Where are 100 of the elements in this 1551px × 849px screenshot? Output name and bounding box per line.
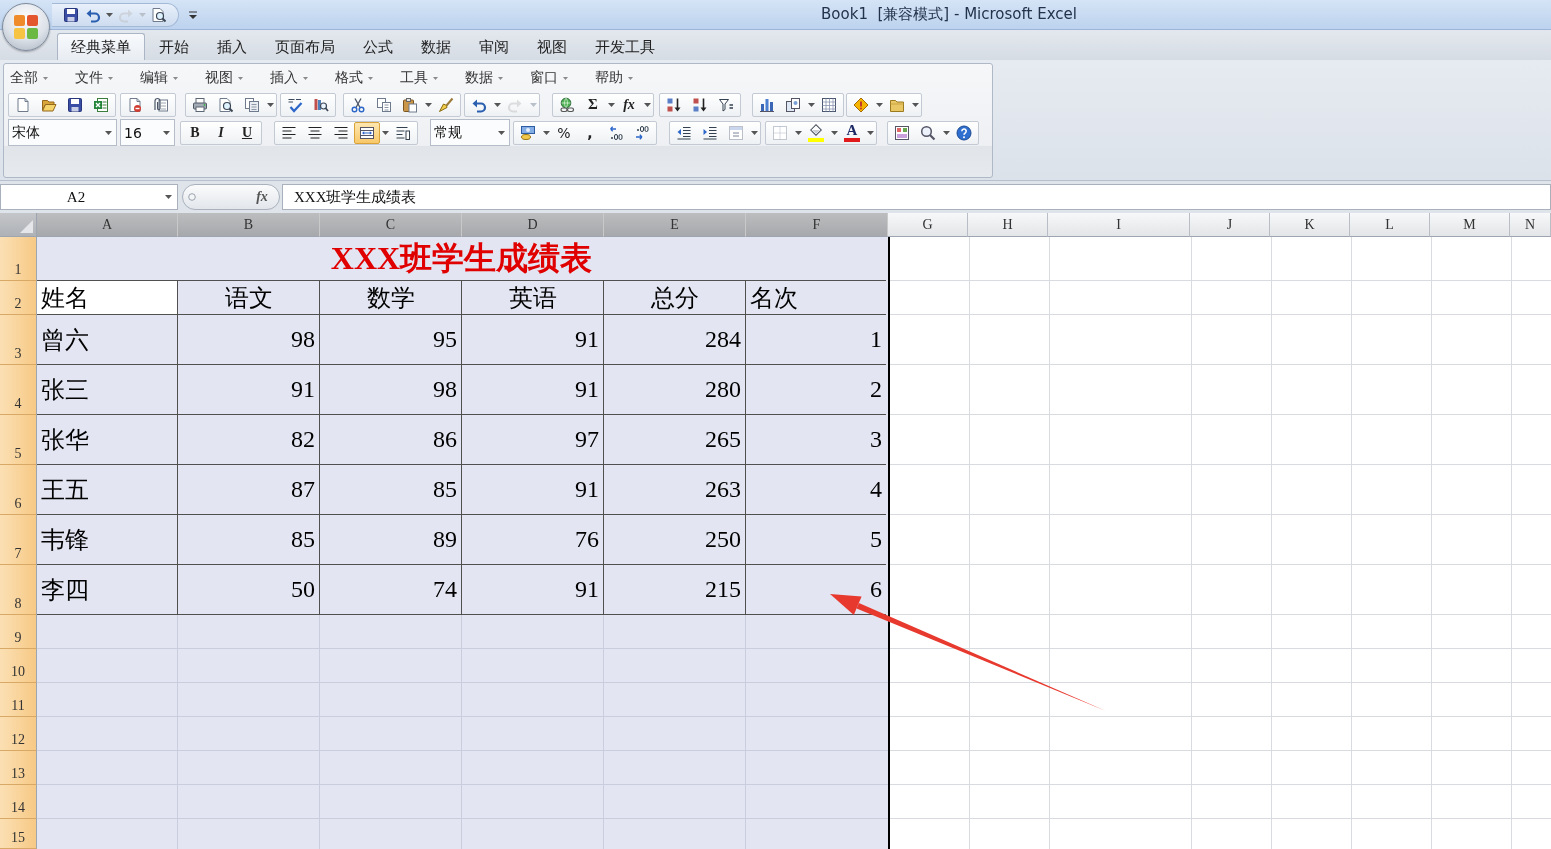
- column-header[interactable]: K: [1270, 213, 1350, 237]
- caret-icon[interactable]: [381, 130, 389, 135]
- caret-icon[interactable]: [43, 76, 48, 80]
- caret-icon[interactable]: [830, 130, 838, 135]
- row-header[interactable]: 5: [0, 415, 37, 465]
- table-cell[interactable]: 98: [320, 365, 462, 415]
- number-format-combo[interactable]: 常规: [430, 119, 510, 146]
- increase-decimal-icon[interactable]: [608, 124, 624, 141]
- ribbon-tab[interactable]: 页面布局: [261, 33, 349, 60]
- menu-item[interactable]: 文件: [71, 67, 117, 89]
- font-color-button[interactable]: A: [839, 121, 865, 144]
- table-cell[interactable]: 250: [604, 515, 746, 565]
- ribbon-tab[interactable]: 插入: [203, 33, 261, 60]
- insert-function-button[interactable]: fx: [249, 186, 275, 208]
- column-header[interactable]: F: [746, 213, 888, 237]
- row-header[interactable]: 12: [0, 717, 37, 751]
- table-cell[interactable]: 91: [462, 565, 604, 615]
- row-header[interactable]: 15: [0, 819, 37, 849]
- caret-icon[interactable]: [498, 130, 505, 135]
- table-cell[interactable]: 韦锋: [37, 515, 178, 565]
- table-cell[interactable]: 85: [178, 515, 320, 565]
- underline-button[interactable]: U: [234, 121, 260, 144]
- caret-icon[interactable]: [542, 130, 550, 135]
- table-cell[interactable]: 英语: [462, 281, 604, 315]
- ribbon-tab[interactable]: 开发工具: [581, 33, 669, 60]
- table-cell[interactable]: 263: [604, 465, 746, 515]
- table-cell[interactable]: 名次: [746, 281, 886, 315]
- scissors-icon[interactable]: [350, 96, 366, 113]
- table-cell[interactable]: 82: [178, 415, 320, 465]
- table-cell[interactable]: 98: [178, 315, 320, 365]
- comma-style-button[interactable]: ,: [577, 121, 603, 144]
- row-header[interactable]: 1: [0, 237, 37, 281]
- row-header[interactable]: 2: [0, 281, 37, 315]
- caret-icon[interactable]: [750, 130, 758, 135]
- font-name-combo[interactable]: 宋体: [8, 119, 117, 146]
- ribbon-tab[interactable]: 数据: [407, 33, 465, 60]
- customize-caret-icon[interactable]: [189, 10, 197, 19]
- ribbon-tab[interactable]: 视图: [523, 33, 581, 60]
- caret-icon[interactable]: [163, 130, 170, 135]
- insert-function-button[interactable]: fx: [616, 93, 642, 116]
- caret-icon[interactable]: [911, 102, 919, 107]
- caret-icon[interactable]: [866, 130, 874, 135]
- column-header[interactable]: L: [1350, 213, 1430, 237]
- bar-chart-icon[interactable]: [759, 96, 775, 113]
- font-size-combo[interactable]: 16: [120, 119, 175, 146]
- overlapping-pages-icon[interactable]: [785, 96, 801, 113]
- column-header[interactable]: D: [462, 213, 604, 237]
- menu-item[interactable]: 全部: [6, 67, 52, 89]
- ribbon-tab[interactable]: 开始: [145, 33, 203, 60]
- percent-style-button[interactable]: %: [551, 121, 577, 144]
- increase-indent-icon[interactable]: [702, 124, 718, 141]
- table-cell[interactable]: 89: [320, 515, 462, 565]
- row-header[interactable]: 14: [0, 785, 37, 819]
- page-badge-icon[interactable]: [127, 96, 143, 113]
- print-preview-icon[interactable]: [151, 6, 167, 23]
- table-cell[interactable]: 50: [178, 565, 320, 615]
- autosum-button[interactable]: Σ: [580, 93, 606, 116]
- caret-icon[interactable]: [105, 130, 112, 135]
- table-cell[interactable]: 4: [746, 465, 886, 515]
- copy-icon[interactable]: [376, 96, 392, 113]
- column-header[interactable]: G: [888, 213, 968, 237]
- column-header[interactable]: M: [1430, 213, 1510, 237]
- column-header[interactable]: E: [604, 213, 746, 237]
- caret-icon[interactable]: [493, 102, 501, 107]
- menu-item[interactable]: 编辑: [136, 67, 182, 89]
- decrease-indent-icon[interactable]: [676, 124, 692, 141]
- table-cell[interactable]: 265: [604, 415, 746, 465]
- table-cell[interactable]: 姓名: [37, 281, 178, 315]
- row-header[interactable]: 4: [0, 365, 37, 415]
- table-grid-icon[interactable]: [821, 96, 837, 113]
- caret-icon[interactable]: [643, 102, 651, 107]
- menu-item[interactable]: 窗口: [526, 67, 572, 89]
- table-cell[interactable]: 85: [320, 465, 462, 515]
- warning-diamond-icon[interactable]: [853, 96, 869, 113]
- row-header[interactable]: 11: [0, 683, 37, 717]
- caret-icon[interactable]: [266, 102, 274, 107]
- caret-icon[interactable]: [628, 76, 633, 80]
- caret-icon[interactable]: [942, 130, 950, 135]
- help-icon[interactable]: [956, 124, 972, 141]
- page-stack-icon[interactable]: [244, 96, 260, 113]
- globe-link-icon[interactable]: [559, 96, 575, 113]
- sort-ascending-icon[interactable]: [666, 96, 682, 113]
- caret-icon[interactable]: [807, 102, 815, 107]
- table-cell[interactable]: 1: [746, 315, 886, 365]
- sort-descending-icon[interactable]: [692, 96, 708, 113]
- dotted-frame-icon[interactable]: [728, 124, 744, 141]
- row-header[interactable]: 8: [0, 565, 37, 615]
- table-cell[interactable]: 86: [320, 415, 462, 465]
- row-header[interactable]: 6: [0, 465, 37, 515]
- ribbon-tab[interactable]: 公式: [349, 33, 407, 60]
- align-merge-button[interactable]: [354, 121, 380, 144]
- paintbrush-icon[interactable]: [438, 96, 454, 113]
- caret-icon[interactable]: [794, 130, 802, 135]
- printer-icon[interactable]: [192, 96, 208, 113]
- row-header[interactable]: 9: [0, 615, 37, 649]
- ribbon-tab[interactable]: 审阅: [465, 33, 523, 60]
- menu-item[interactable]: 插入: [266, 67, 312, 89]
- row-header[interactable]: 10: [0, 649, 37, 683]
- table-cell[interactable]: 曾六: [37, 315, 178, 365]
- name-box[interactable]: A2: [0, 184, 178, 210]
